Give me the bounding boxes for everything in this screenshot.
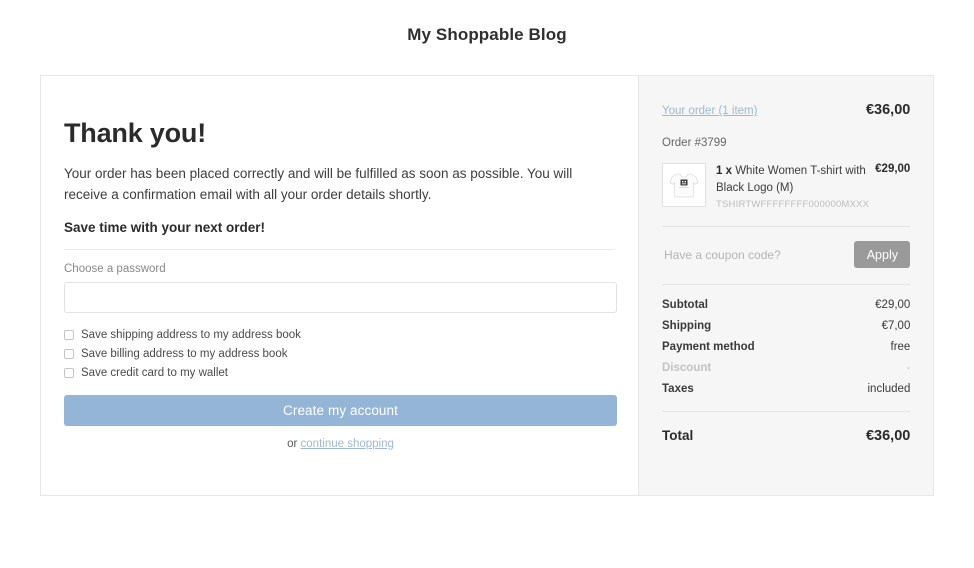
continue-shopping-link[interactable]: continue shopping: [301, 438, 394, 450]
total-value: free: [890, 341, 911, 354]
checkbox-row-save-billing-address[interactable]: Save billing address to my address book: [64, 348, 615, 360]
order-confirmation-text: Your order has been placed correctly and…: [64, 166, 573, 202]
create-account-button[interactable]: Create my account: [64, 394, 617, 426]
product-quantity: 1 x: [716, 165, 732, 177]
continue-shopping-line: or continue shopping: [64, 438, 617, 450]
checkout-confirmation-card: Thank you! Your order has been placed co…: [40, 75, 934, 496]
total-row-shipping: Shipping €7,00: [662, 320, 910, 332]
total-row-subtotal: Subtotal €29,00: [662, 299, 910, 311]
grand-total-label: Total: [662, 428, 694, 444]
product-price: €29,00: [875, 163, 911, 175]
totals-list: Subtotal €29,00 Shipping €7,00 Payment m…: [662, 299, 910, 395]
total-label: Subtotal: [662, 299, 708, 312]
summary-divider-middle: [662, 284, 911, 286]
total-value: -: [906, 362, 911, 375]
summary-divider-bottom: [662, 411, 911, 413]
checkbox-row-save-credit-card[interactable]: Save credit card to my wallet: [64, 367, 615, 379]
total-row-payment-method: Payment method free: [662, 341, 910, 353]
apply-coupon-button[interactable]: Apply: [854, 241, 911, 269]
confirmation-panel: Thank you! Your order has been placed co…: [41, 76, 638, 495]
total-label: Taxes: [662, 383, 694, 396]
coupon-input[interactable]: [662, 241, 855, 269]
coupon-row: Apply: [662, 241, 911, 269]
total-value: €29,00: [875, 299, 911, 312]
or-text: or: [287, 437, 298, 450]
thank-you-heading: Thank you!: [64, 118, 207, 148]
your-order-link[interactable]: Your order (1 item): [662, 105, 757, 117]
password-input[interactable]: [64, 281, 617, 313]
order-summary-panel: Your order (1 item) €36,00 Order #3799 1…: [638, 76, 933, 495]
save-time-heading: Save time with your next order!: [64, 219, 266, 235]
order-line-item: 1 x White Women T-shirt with Black Logo …: [662, 163, 910, 210]
checkbox-label: Save shipping address to my address book: [81, 328, 301, 341]
total-label: Shipping: [662, 320, 712, 333]
page-title: My Shoppable Blog: [407, 25, 567, 44]
checkbox-label: Save billing address to my address book: [81, 347, 288, 360]
grand-total-row: Total €36,00: [662, 428, 910, 444]
summary-divider-top: [662, 226, 911, 228]
total-row-discount: Discount -: [662, 362, 910, 374]
order-number: Order #3799: [662, 137, 727, 149]
product-thumbnail: [662, 163, 706, 207]
product-name: 1 x White Women T-shirt with Black Logo …: [716, 163, 869, 196]
total-value: €7,00: [881, 320, 911, 333]
checkbox-row-save-shipping-address[interactable]: Save shipping address to my address book: [64, 329, 615, 341]
product-details: 1 x White Women T-shirt with Black Logo …: [706, 163, 875, 210]
checkbox-icon[interactable]: [64, 348, 74, 359]
total-label: Payment method: [662, 341, 755, 354]
total-value: included: [867, 383, 911, 396]
password-label: Choose a password: [64, 262, 166, 275]
tshirt-icon: [669, 173, 699, 198]
grand-total-value: €36,00: [865, 428, 911, 445]
order-total-top: €36,00: [865, 102, 911, 118]
product-title: White Women T-shirt with Black Logo (M): [716, 165, 866, 194]
total-label: Discount: [662, 362, 712, 375]
order-summary-header: Your order (1 item) €36,00: [662, 102, 910, 118]
checkbox-icon[interactable]: [64, 367, 74, 378]
total-row-taxes: Taxes included: [662, 383, 910, 395]
checkbox-label: Save credit card to my wallet: [81, 366, 229, 379]
section-divider: [64, 248, 615, 250]
checkbox-icon[interactable]: [64, 329, 74, 340]
product-sku: TSHIRTWFFFFFFFF000000MXXX: [716, 199, 870, 211]
save-options-group: Save shipping address to my address book…: [64, 329, 615, 379]
